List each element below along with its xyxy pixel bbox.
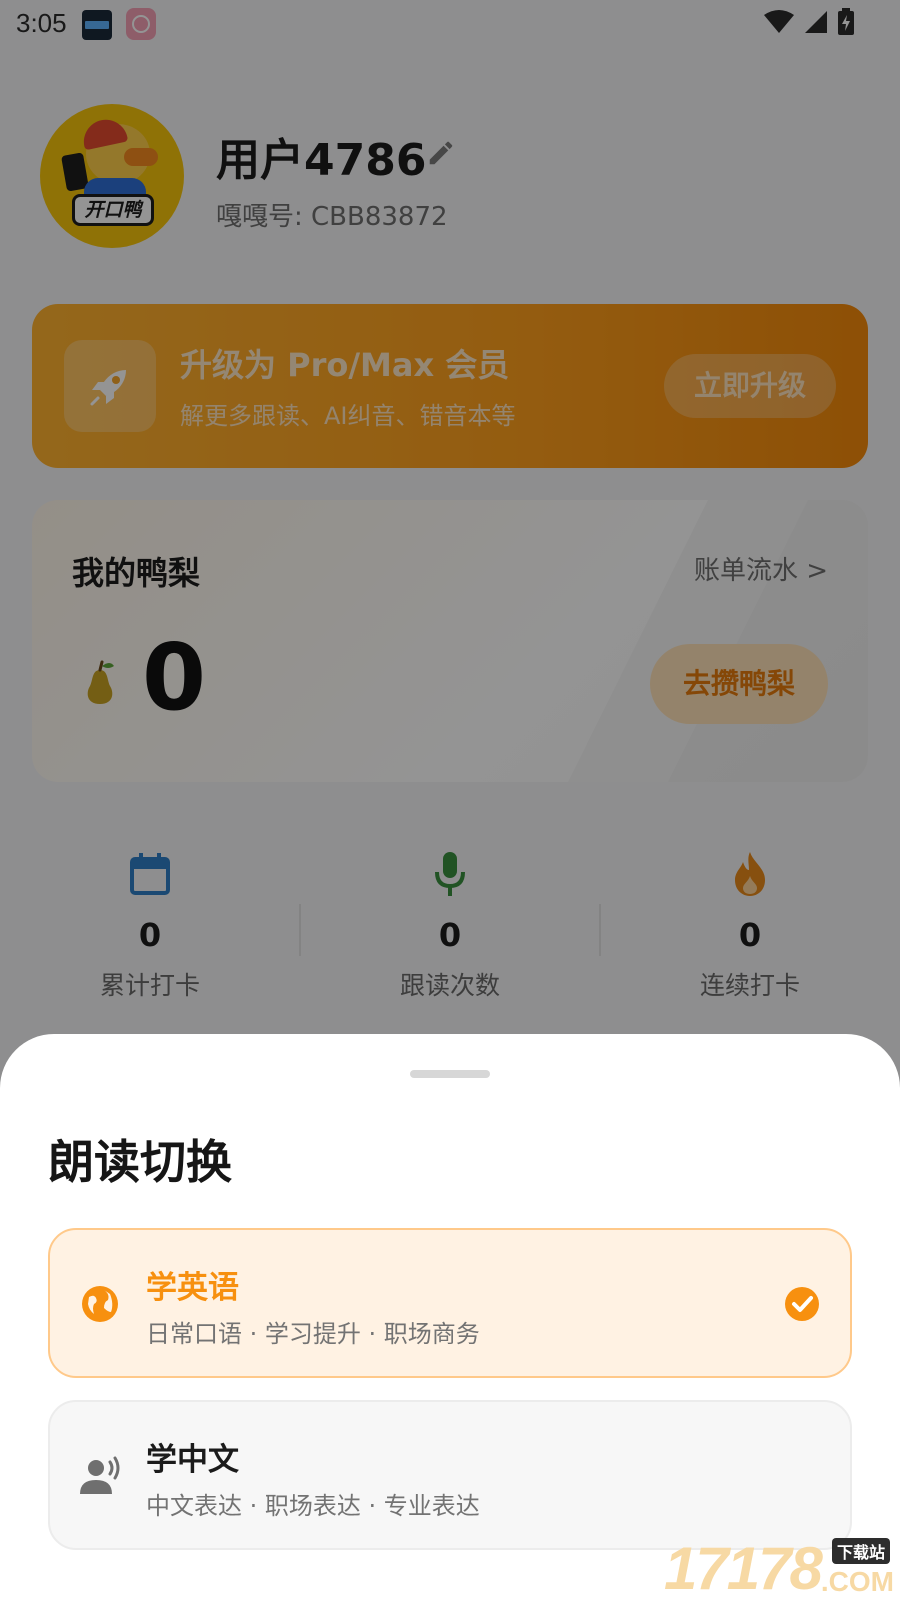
globe-icon <box>82 1286 118 1322</box>
sheet-drag-handle[interactable] <box>410 1070 490 1078</box>
sheet-title: 朗读切换 <box>48 1135 232 1189</box>
option-subtitle: 日常口语 · 学习提升 · 职场商务 <box>146 1320 480 1348</box>
watermark-number: 17178 <box>664 1535 823 1600</box>
speaking-person-icon <box>80 1456 120 1494</box>
option-subtitle: 中文表达 · 职场表达 · 专业表达 <box>146 1492 480 1520</box>
reading-switch-sheet: 朗读切换 学英语 日常口语 · 学习提升 · 职场商务 学中文 中文表达 · 职… <box>0 1034 900 1600</box>
option-learn-english[interactable]: 学英语 日常口语 · 学习提升 · 职场商务 <box>48 1228 852 1378</box>
watermark-tag: 下载站 <box>831 1538 890 1564</box>
option-title: 学中文 <box>146 1442 239 1478</box>
check-circle-icon <box>785 1287 819 1321</box>
watermark-logo: 17178 下载站 .COM <box>664 1538 894 1600</box>
watermark-suffix: .COM <box>820 1566 894 1597</box>
option-learn-chinese[interactable]: 学中文 中文表达 · 职场表达 · 专业表达 <box>48 1400 852 1550</box>
option-title: 学英语 <box>146 1270 239 1306</box>
